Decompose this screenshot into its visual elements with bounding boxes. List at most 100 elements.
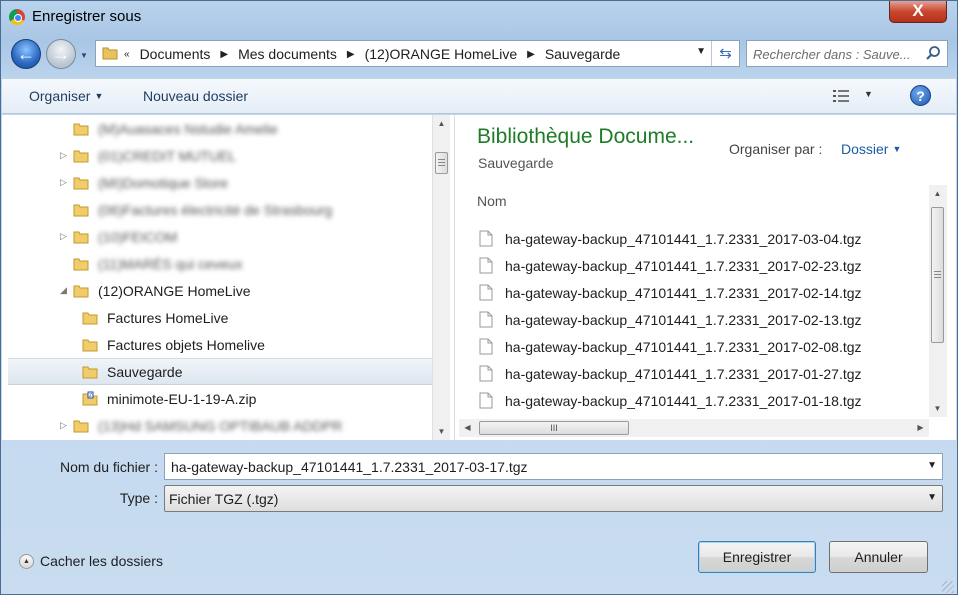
organize-button[interactable]: Organiser ▼ <box>29 88 103 104</box>
expand-icon[interactable]: ▷ <box>60 231 67 242</box>
help-icon[interactable]: ? <box>910 85 931 106</box>
file-list-vertical-scrollbar[interactable]: ▲ ▼ <box>929 185 947 417</box>
chevron-right-icon[interactable]: ▶ <box>527 49 535 60</box>
recent-pages-dropdown-icon[interactable]: ▼ <box>80 51 88 60</box>
file-row[interactable]: ha-gateway-backup_47101441_1.7.2331_2017… <box>479 387 909 414</box>
file-icon <box>479 392 493 409</box>
file-list-scroll-thumb[interactable] <box>931 207 944 343</box>
tree-item-label: (06)Factures électricité de Strasbourg <box>98 201 333 218</box>
save-button[interactable]: Enregistrer <box>698 541 816 573</box>
file-pane: Bibliothèque Docume... Sauvegarde Organi… <box>454 115 956 440</box>
tree-scroll-thumb[interactable] <box>435 152 448 174</box>
hide-folders-toggle[interactable]: ▲ Cacher les dossiers <box>19 553 163 569</box>
tree-item-label: (01)CREDIT MUTUEL <box>98 147 237 164</box>
file-icon <box>479 284 493 301</box>
breadcrumb-documents[interactable]: Documents <box>140 46 211 62</box>
chevron-down-icon[interactable]: ▼ <box>927 460 937 471</box>
library-subtitle: Sauvegarde <box>478 155 554 171</box>
tree-item[interactable]: (M)Auasaces Nstudie Amelie <box>8 115 432 142</box>
chevron-down-icon: ▼ <box>927 492 937 503</box>
scroll-up-icon[interactable]: ▲ <box>433 115 450 132</box>
file-row[interactable]: ha-gateway-backup_47101441_1.7.2331_2017… <box>479 333 909 360</box>
file-icon <box>479 311 493 328</box>
expand-icon[interactable]: ▷ <box>60 177 67 188</box>
file-row[interactable]: ha-gateway-backup_47101441_1.7.2331_2017… <box>479 279 909 306</box>
resize-grip[interactable] <box>942 581 954 593</box>
chevron-right-icon[interactable]: ▶ <box>347 49 355 60</box>
breadcrumb-sauvegarde[interactable]: Sauvegarde <box>545 46 621 62</box>
navigation-tree: (M)Auasaces Nstudie Amelie ▷ (01)CREDIT … <box>8 115 432 440</box>
file-icon <box>479 257 493 274</box>
scroll-up-icon[interactable]: ▲ <box>929 185 946 202</box>
tree-item-selected[interactable]: Sauvegarde <box>8 358 432 385</box>
tree-item-label: (M)Auasaces Nstudie Amelie <box>98 120 278 137</box>
folder-icon <box>73 150 89 162</box>
file-type-select[interactable]: Fichier TGZ (.tgz) ▼ <box>164 485 943 512</box>
file-list-horizontal-scrollbar[interactable]: ◀ III ▶ <box>459 419 929 437</box>
tree-item-label: Factures objets Homelive <box>107 336 265 353</box>
search-input[interactable] <box>753 45 921 63</box>
collapse-icon[interactable]: ◢ <box>60 285 67 296</box>
tree-item[interactable]: (11)MARÉS qui ceveux <box>8 250 432 277</box>
hide-folders-label: Cacher les dossiers <box>40 553 163 569</box>
back-button[interactable]: ← <box>11 39 41 69</box>
tree-item[interactable]: ▷ (01)CREDIT MUTUEL <box>8 142 432 169</box>
scroll-down-icon[interactable]: ▼ <box>929 400 946 417</box>
expand-icon[interactable]: ▷ <box>60 420 67 431</box>
arrange-by-value: Dossier <box>841 141 889 157</box>
save-as-dialog: Enregistrer sous X ← → ▼ « Documents ▶ M… <box>0 0 958 595</box>
details-view-icon[interactable] <box>832 88 850 104</box>
tree-item[interactable]: ▷ (MI)Domotique Store <box>8 169 432 196</box>
search-icon[interactable] <box>925 45 941 61</box>
expand-icon[interactable]: ▷ <box>60 150 67 161</box>
breadcrumb-mes-documents[interactable]: Mes documents <box>238 46 337 62</box>
tree-item[interactable]: ▷ (10)FEICOM <box>8 223 432 250</box>
scroll-right-icon[interactable]: ▶ <box>912 419 929 436</box>
column-header-name[interactable]: Nom <box>477 193 507 209</box>
zip-folder-icon: Z <box>82 391 98 405</box>
tree-scrollbar[interactable]: ▲ ▼ <box>432 115 450 440</box>
tree-item-label: (10)FEICOM <box>98 228 178 245</box>
tree-item[interactable]: Factures HomeLive <box>8 304 432 331</box>
cancel-button[interactable]: Annuler <box>829 541 928 573</box>
file-row[interactable]: ha-gateway-backup_47101441_1.7.2331_2017… <box>479 360 909 387</box>
refresh-icon: ⇆ <box>719 45 732 62</box>
filename-label: Nom du fichier : <box>59 459 158 475</box>
scroll-down-icon[interactable]: ▼ <box>433 423 450 440</box>
chevron-right-icon[interactable]: ▶ <box>220 49 228 60</box>
close-button[interactable]: X <box>889 1 947 23</box>
chevron-down-icon: ▼ <box>892 144 902 154</box>
address-bar[interactable]: « Documents ▶ Mes documents ▶ (12)ORANGE… <box>95 40 740 67</box>
forward-arrow-icon: → <box>52 44 70 64</box>
file-name: ha-gateway-backup_47101441_1.7.2331_2017… <box>505 284 862 301</box>
folder-icon <box>73 123 89 135</box>
file-row[interactable]: ha-gateway-backup_47101441_1.7.2331_2017… <box>479 306 909 333</box>
new-folder-button[interactable]: Nouveau dossier <box>143 88 248 104</box>
view-options-dropdown-icon[interactable]: ▼ <box>864 89 873 99</box>
arrange-by-dropdown[interactable]: Dossier ▼ <box>841 141 901 157</box>
tree-item[interactable]: ▷ (13)Hd SAMSUNG OPTIBAUB ADDPR <box>8 412 432 439</box>
file-name: ha-gateway-backup_47101441_1.7.2331_2017… <box>505 257 862 274</box>
file-icon <box>479 230 493 247</box>
breadcrumb-overflow[interactable]: « <box>124 49 130 60</box>
file-list-hscroll-thumb[interactable]: III <box>479 421 629 435</box>
tree-item[interactable]: ◢ (12)ORANGE HomeLive <box>8 277 432 304</box>
folder-icon <box>102 47 118 60</box>
tree-item[interactable]: (06)Factures électricité de Strasbourg <box>8 196 432 223</box>
scroll-left-icon[interactable]: ◀ <box>459 419 476 436</box>
tree-item[interactable]: Factures objets Homelive <box>8 331 432 358</box>
address-dropdown-icon[interactable]: ▼ <box>696 46 706 57</box>
tree-item-label: minimote-EU-1-19-A.zip <box>107 390 257 407</box>
tree-item-label: (MI)Domotique Store <box>98 174 228 191</box>
chrome-icon <box>9 9 25 25</box>
refresh-button[interactable]: ⇆ <box>711 41 739 66</box>
tree-item[interactable]: Z minimote-EU-1-19-A.zip <box>8 385 432 412</box>
file-row[interactable]: ha-gateway-backup_47101441_1.7.2331_2017… <box>479 252 909 279</box>
file-icon <box>479 338 493 355</box>
breadcrumb-orange-homelive[interactable]: (12)ORANGE HomeLive <box>365 46 518 62</box>
command-bar: Organiser ▼ Nouveau dossier ▼ ? <box>2 78 956 114</box>
filename-input[interactable] <box>171 458 911 476</box>
tree-item-label: (12)ORANGE HomeLive <box>98 282 251 299</box>
forward-button[interactable]: → <box>46 39 76 69</box>
file-row[interactable]: ha-gateway-backup_47101441_1.7.2331_2017… <box>479 225 909 252</box>
